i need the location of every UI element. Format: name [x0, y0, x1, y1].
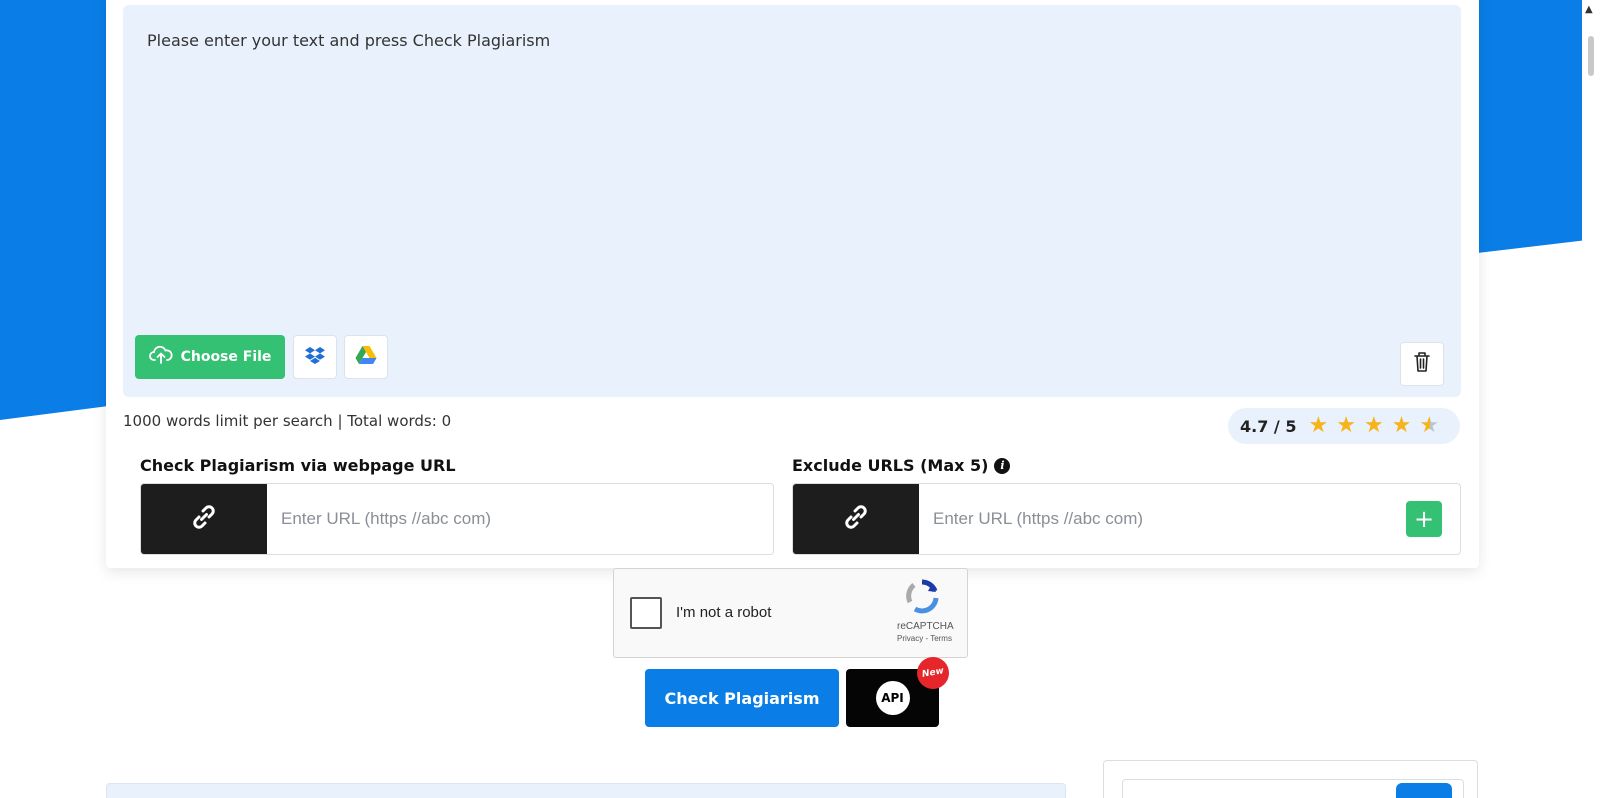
- half-star-icon: ★: [1419, 413, 1440, 438]
- results-panel: [106, 783, 1066, 798]
- exclude-urls-label-row: Exclude URLS (Max 5) i: [792, 456, 1011, 475]
- clear-text-button[interactable]: [1400, 342, 1444, 386]
- url-check-input[interactable]: [267, 484, 773, 554]
- link-icon: [188, 501, 220, 537]
- recaptcha-widget: I'm not a robot reCAPTCHA Privacy - Term…: [613, 568, 968, 658]
- star-icon: ★: [1336, 413, 1356, 438]
- word-count-status: 1000 words limit per search | Total word…: [123, 412, 452, 430]
- rating-badge: 4.7 / 5 ★ ★ ★ ★ ★: [1228, 408, 1460, 444]
- url-link-box: [793, 484, 919, 554]
- add-exclude-url-button[interactable]: +: [1406, 501, 1442, 537]
- choose-file-label: Choose File: [180, 349, 272, 365]
- dropbox-icon: [305, 346, 325, 368]
- recaptcha-checkbox[interactable]: [630, 597, 662, 629]
- dropbox-button[interactable]: [293, 335, 337, 379]
- url-check-group: [140, 483, 774, 555]
- trash-icon: [1413, 351, 1431, 377]
- cloud-upload-icon: [148, 345, 173, 369]
- check-plagiarism-button[interactable]: Check Plagiarism: [645, 669, 839, 727]
- choose-file-button[interactable]: Choose File: [135, 335, 285, 379]
- text-input-placeholder: Please enter your text and press Check P…: [147, 31, 551, 50]
- side-button[interactable]: [1396, 783, 1452, 798]
- recaptcha-logo: reCAPTCHA Privacy - Terms: [897, 577, 954, 643]
- info-icon[interactable]: i: [994, 457, 1011, 474]
- scrollbar-thumb[interactable]: [1588, 36, 1594, 76]
- google-drive-button[interactable]: [344, 335, 388, 379]
- recaptcha-links[interactable]: Privacy - Terms: [897, 634, 952, 643]
- recaptcha-icon: [903, 579, 941, 619]
- star-icon: ★: [1308, 413, 1329, 438]
- exclude-urls-group: +: [792, 483, 1461, 555]
- recaptcha-label: I'm not a robot: [676, 604, 772, 621]
- exclude-urls-label: Exclude URLS (Max 5): [792, 456, 989, 475]
- rating-value: 4.7 / 5: [1240, 416, 1297, 436]
- link-icon: [840, 501, 872, 537]
- api-label: API: [875, 681, 910, 715]
- text-input-area[interactable]: Please enter your text and press Check P…: [123, 5, 1461, 397]
- exclude-url-input[interactable]: [919, 484, 1406, 554]
- star-icon: ★: [1363, 413, 1384, 438]
- url-link-box: [141, 484, 267, 554]
- google-drive-icon: [355, 345, 377, 369]
- star-icon: ★: [1391, 413, 1412, 438]
- scroll-up-icon[interactable]: ▲: [1585, 4, 1593, 15]
- url-check-label: Check Plagiarism via webpage URL: [140, 456, 456, 475]
- recaptcha-brand: reCAPTCHA: [897, 621, 954, 632]
